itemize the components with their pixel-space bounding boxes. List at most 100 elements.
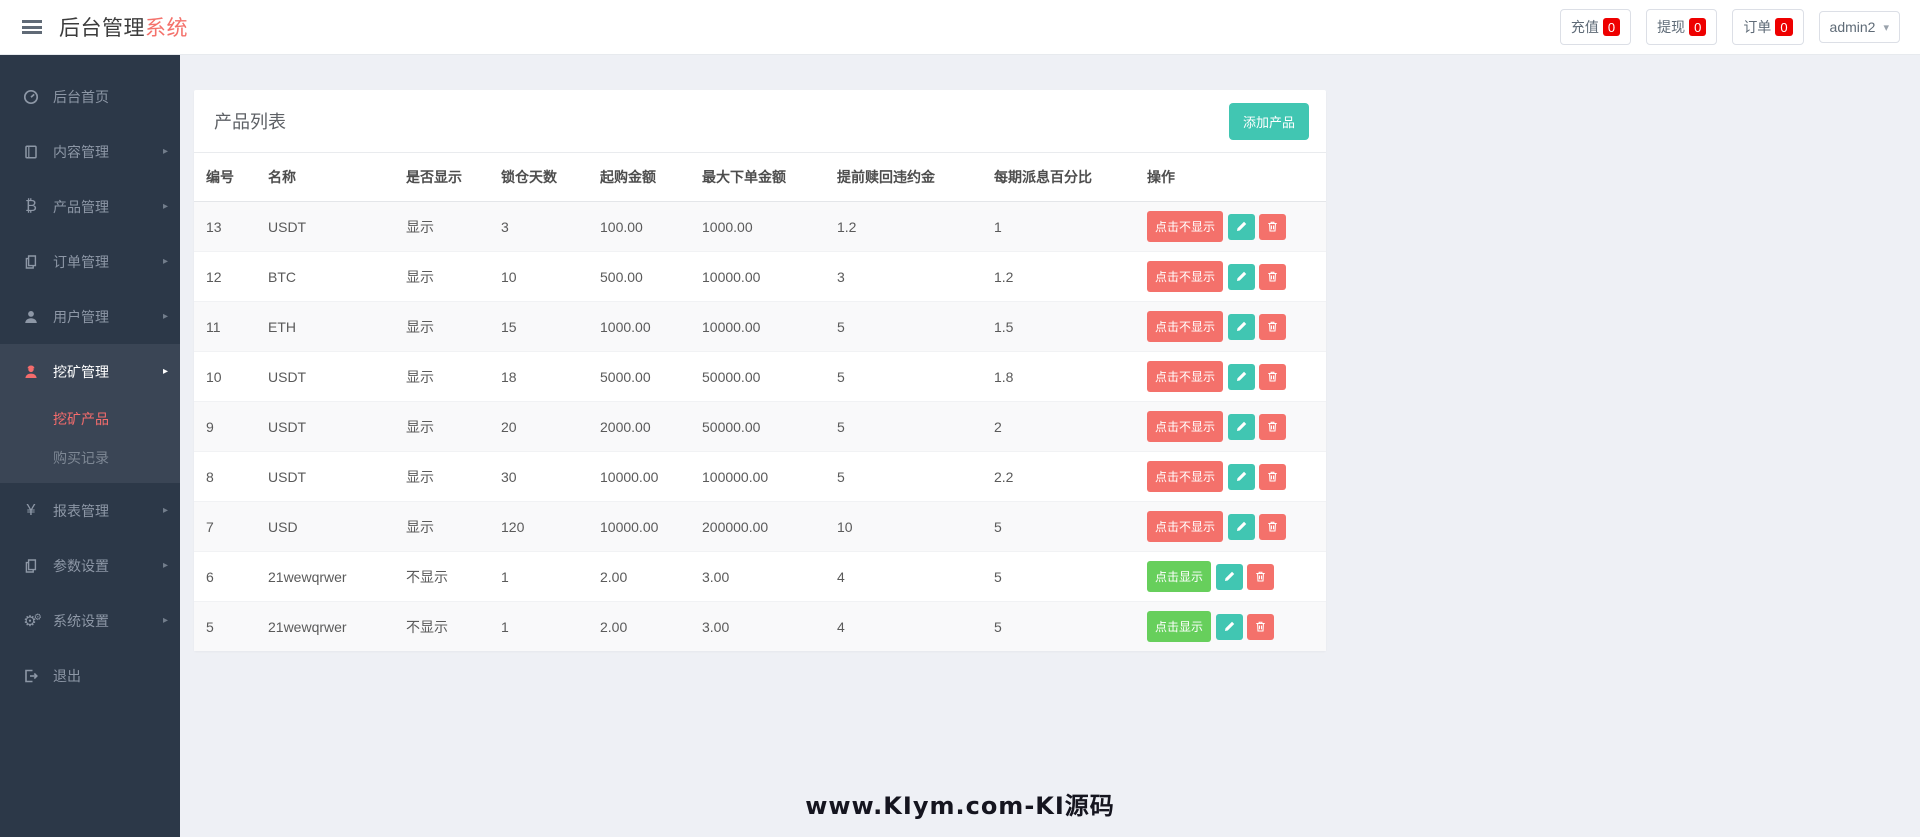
delete-button[interactable]: [1259, 263, 1287, 290]
cell-name: USDT: [268, 368, 307, 385]
delete-button[interactable]: [1247, 613, 1275, 640]
toggle-visibility-button[interactable]: 点击不显示: [1147, 461, 1224, 492]
edit-button[interactable]: [1228, 313, 1256, 340]
cell-dividend-pct: 2.2: [994, 468, 1014, 485]
add-product-button[interactable]: 添加产品: [1228, 102, 1309, 140]
sidebar-item-user[interactable]: 用户管理 ▸: [0, 289, 180, 344]
edit-button[interactable]: [1216, 563, 1244, 590]
sidebar-item-label: 系统设置: [53, 612, 109, 629]
sidebar-item-system[interactable]: ⚙⚙ 系统设置 ▸: [0, 593, 180, 648]
delete-button[interactable]: [1259, 363, 1287, 390]
cell-max-order: 3.00: [702, 618, 730, 635]
sidebar-item-order[interactable]: 订单管理 ▸: [0, 234, 180, 289]
column-header-7: 每期派息百分比: [982, 153, 1135, 202]
page-title: 产品列表: [214, 112, 286, 132]
chevron-right-icon: ▸: [162, 201, 168, 212]
pencil-icon: [1235, 520, 1248, 533]
toggle-visibility-button[interactable]: 点击不显示: [1147, 411, 1224, 442]
trash-icon: [1254, 620, 1267, 633]
brand-primary: 后台管理: [59, 17, 145, 40]
edit-button[interactable]: [1228, 413, 1256, 440]
sidebar-item-params[interactable]: 参数设置 ▸: [0, 538, 180, 593]
toggle-visibility-button[interactable]: 点击不显示: [1147, 261, 1224, 292]
hamburger-menu-icon[interactable]: [22, 20, 42, 34]
edit-button[interactable]: [1228, 263, 1256, 290]
user-menu-button[interactable]: admin2 ▾: [1818, 11, 1900, 43]
edit-button[interactable]: [1228, 463, 1256, 490]
header-recharge-badge: 0: [1602, 18, 1621, 36]
pencil-icon: [1223, 570, 1236, 583]
header-orders-button[interactable]: 订单 0: [1732, 9, 1804, 45]
delete-button[interactable]: [1259, 213, 1287, 240]
edit-button[interactable]: [1228, 363, 1256, 390]
sidebar-item-logout[interactable]: 退出: [0, 648, 180, 703]
delete-button[interactable]: [1259, 313, 1287, 340]
brand-accent: 系统: [145, 17, 188, 40]
pencil-icon: [1223, 620, 1236, 633]
sidebar-item-report[interactable]: ¥ 报表管理 ▸: [0, 483, 180, 538]
cell-actions: 点击不显示: [1135, 402, 1326, 452]
delete-button[interactable]: [1259, 463, 1287, 490]
product-list-card: 产品列表 添加产品 编号 名称 是否显示 锁仓天数 起购金额 最大下单金额 提前赎回违约金每…: [194, 90, 1326, 651]
cell-lock-days: 10: [501, 268, 517, 285]
cell-min-buy: 500.00: [600, 268, 643, 285]
cell-lock-days: 1: [501, 618, 509, 635]
cell-actions: 点击不显示: [1135, 452, 1326, 502]
caret-down-icon: ▾: [1883, 21, 1889, 34]
delete-button[interactable]: [1259, 413, 1287, 440]
edit-button[interactable]: [1228, 513, 1256, 540]
edit-button[interactable]: [1216, 613, 1244, 640]
sidebar-subitem-purchase-records[interactable]: 购买记录: [0, 438, 180, 477]
edit-button[interactable]: [1228, 213, 1256, 240]
cell-display: 不显示: [406, 618, 448, 635]
toggle-visibility-button[interactable]: 点击不显示: [1147, 361, 1224, 392]
table-row: 13 USDT 显示 3 100.00 1000.00 1.2 1 点击不显示: [194, 201, 1326, 252]
cell-min-buy: 2.00: [600, 568, 628, 585]
gears-icon: ⚙⚙: [23, 611, 42, 630]
header-withdraw-button[interactable]: 提现 0: [1646, 9, 1718, 45]
cell-penalty: 5: [837, 368, 845, 385]
column-header-1: 名称: [256, 153, 394, 202]
sidebar-item-mining[interactable]: 挖矿管理 ▸: [0, 344, 180, 399]
table-row: 6 21wewqrwer 不显示 1 2.00 3.00 4 5 点击显示: [194, 551, 1326, 602]
toggle-visibility-button[interactable]: 点击不显示: [1147, 511, 1224, 542]
pencil-icon: [1235, 370, 1248, 383]
toggle-visibility-button[interactable]: 点击不显示: [1147, 311, 1224, 342]
column-header-4: 起购金额: [588, 153, 690, 202]
cell-penalty: 5: [837, 418, 845, 435]
cell-actions: 点击显示: [1135, 602, 1326, 652]
cell-name: BTC: [268, 268, 296, 285]
cell-dividend-pct: 1.2: [994, 268, 1014, 285]
cell-dividend-pct: 5: [994, 518, 1002, 535]
yen-icon: ¥: [26, 501, 36, 519]
header-recharge-button[interactable]: 充值 0: [1559, 9, 1632, 45]
sidebar-item-content[interactable]: 内容管理 ▸: [0, 124, 180, 179]
table-row: 9 USDT 显示 20 2000.00 50000.00 5 2 点击不显示: [194, 401, 1326, 452]
sidebar-item-product[interactable]: ₿ 产品管理 ▸: [0, 179, 180, 234]
toggle-visibility-button[interactable]: 点击显示: [1147, 561, 1212, 592]
pencil-icon: [1235, 220, 1248, 233]
cell-min-buy: 1000.00: [600, 318, 651, 335]
cell-lock-days: 120: [501, 518, 525, 535]
toggle-visibility-button[interactable]: 点击不显示: [1147, 211, 1224, 242]
cell-display: 显示: [406, 468, 434, 485]
cell-dividend-pct: 5: [994, 618, 1002, 635]
sidebar-item-home[interactable]: 后台首页: [0, 69, 180, 124]
cell-min-buy: 10000.00: [600, 518, 659, 535]
cell-actions: 点击不显示: [1135, 502, 1326, 552]
sidebar-item-label: 订单管理: [53, 253, 109, 270]
toggle-visibility-button[interactable]: 点击显示: [1147, 611, 1212, 642]
card-header: 产品列表 添加产品: [194, 90, 1326, 153]
cell-id: 9: [206, 418, 214, 435]
sidebar-item-label: 用户管理: [53, 308, 109, 325]
cell-lock-days: 3: [501, 218, 509, 235]
trash-icon: [1254, 570, 1267, 583]
header-withdraw-label: 提现: [1657, 19, 1686, 35]
sidebar-subitem-mining-products[interactable]: 挖矿产品: [0, 399, 180, 438]
cell-dividend-pct: 1: [994, 218, 1002, 235]
cell-id: 6: [206, 568, 214, 585]
delete-button[interactable]: [1247, 563, 1275, 590]
delete-button[interactable]: [1259, 513, 1287, 540]
chevron-right-icon: ▸: [162, 505, 168, 516]
header-withdraw-badge: 0: [1689, 18, 1707, 36]
